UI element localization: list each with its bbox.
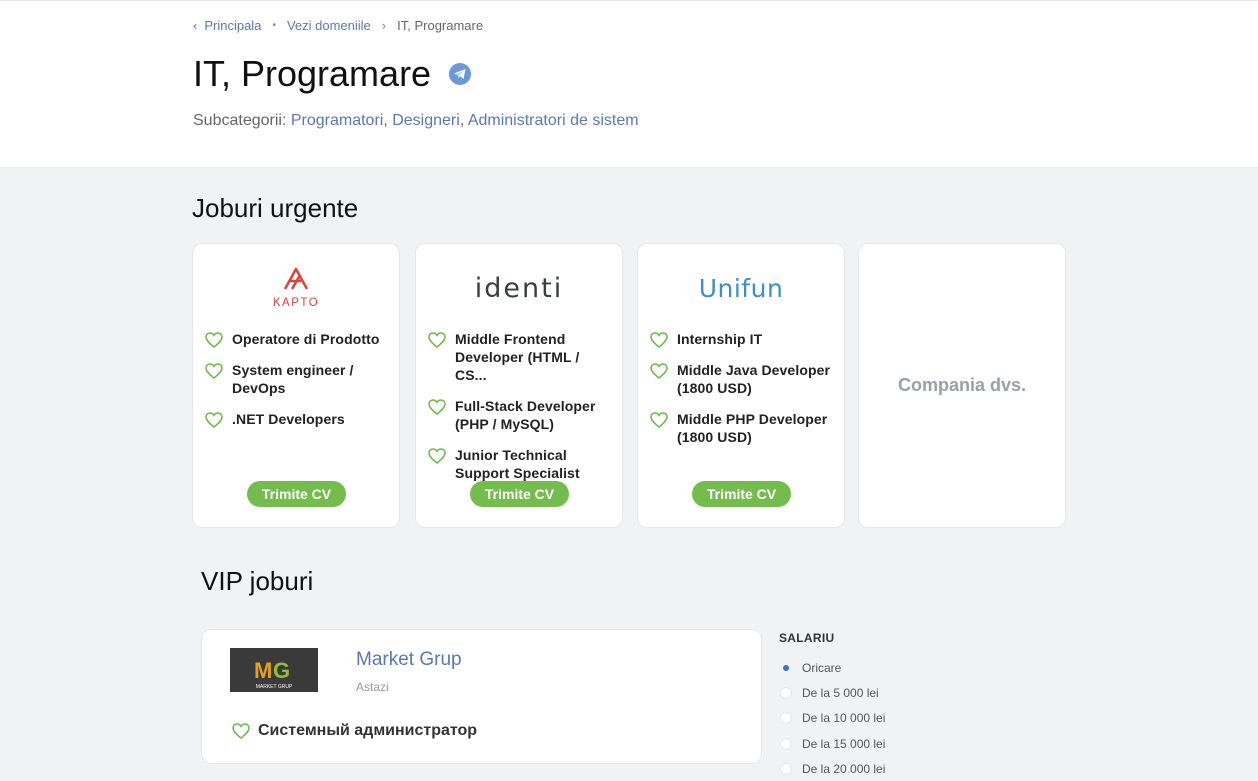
job-title[interactable]: Middle Frontend Developer (HTML / CS... xyxy=(455,330,612,384)
heart-icon[interactable] xyxy=(650,412,668,428)
job-item[interactable]: Internship IT xyxy=(650,330,834,348)
telegram-icon[interactable] xyxy=(449,63,472,85)
job-title[interactable]: Middle PHP Developer (1800 USD) xyxy=(677,410,834,446)
heart-icon[interactable] xyxy=(650,332,668,348)
heart-icon[interactable] xyxy=(650,363,668,379)
salary-option-label: De la 15 000 lei xyxy=(802,736,886,751)
radio-unselected[interactable] xyxy=(780,686,792,699)
company-logo-market-grup[interactable]: M G MARKET GRUP xyxy=(230,648,318,692)
job-item[interactable]: Middle Java Developer (1800 USD) xyxy=(650,361,834,397)
job-title[interactable]: .NET Developers xyxy=(232,410,345,428)
heart-icon[interactable] xyxy=(232,723,250,739)
chevron-right-icon: › xyxy=(381,18,387,33)
radio-selected[interactable] xyxy=(780,662,792,674)
job-list: Operatore di Prodotto System engineer / … xyxy=(205,330,389,441)
company-logo-text: identi xyxy=(474,272,564,304)
heart-icon[interactable] xyxy=(205,412,223,428)
company-logo-identi[interactable]: identi xyxy=(416,266,622,310)
heart-icon[interactable] xyxy=(428,399,446,415)
subcategory-link-designeri[interactable]: Designeri xyxy=(392,112,460,129)
heart-icon[interactable] xyxy=(205,363,223,379)
page-title: IT, Programare xyxy=(193,53,472,95)
svg-text:G: G xyxy=(273,658,290,683)
page-header: ‹ Principala • Vezi domeniile › IT, Prog… xyxy=(0,0,1258,167)
chevron-left-icon: ‹ xyxy=(193,18,198,33)
salary-option-label: De la 5 000 lei xyxy=(802,685,879,700)
company-logo-unifun[interactable]: Unifun xyxy=(638,266,844,310)
job-item[interactable]: Middle Frontend Developer (HTML / CS... xyxy=(428,330,612,384)
job-item[interactable]: Full-Stack Developer (PHP / MySQL) xyxy=(428,397,612,433)
salary-filter: SALARIU Oricare De la 5 000 lei De la 10… xyxy=(779,631,885,781)
job-item[interactable]: Middle PHP Developer (1800 USD) xyxy=(650,410,834,446)
salary-option-label: De la 10 000 lei xyxy=(802,711,886,726)
job-title[interactable]: Internship IT xyxy=(677,330,762,348)
salary-option-label: De la 20 000 lei xyxy=(802,761,886,776)
breadcrumb-separator: • xyxy=(272,20,276,31)
job-item[interactable]: Системный администратор xyxy=(232,722,477,740)
job-title[interactable]: Full-Stack Developer (PHP / MySQL) xyxy=(455,397,612,433)
salary-option[interactable]: De la 10 000 lei xyxy=(779,706,885,731)
job-list: Middle Frontend Developer (HTML / CS... … xyxy=(428,330,612,495)
heart-icon[interactable] xyxy=(205,332,223,348)
urgent-job-card: identi Middle Frontend Developer (HTML /… xyxy=(415,243,623,528)
urgent-job-card: KAPTO Operatore di Prodotto System engin… xyxy=(192,243,400,528)
job-item[interactable]: System engineer / DevOps xyxy=(205,361,389,397)
heart-icon[interactable] xyxy=(428,332,446,348)
breadcrumb-current: IT, Programare xyxy=(397,18,484,33)
salary-option-label: Oricare xyxy=(802,660,842,675)
company-logo-text: KAPTO xyxy=(273,297,319,309)
salary-option[interactable]: De la 15 000 lei xyxy=(779,731,885,756)
job-title[interactable]: Operatore di Prodotto xyxy=(232,330,380,348)
radio-unselected[interactable] xyxy=(780,712,792,725)
job-title[interactable]: Middle Java Developer (1800 USD) xyxy=(677,361,834,397)
company-logo-kapto[interactable]: KAPTO xyxy=(193,266,399,310)
your-company-card[interactable]: Compania dvs. xyxy=(858,243,1066,528)
send-cv-button[interactable]: Trimite CV xyxy=(470,481,569,507)
vip-job-card: M G MARKET GRUP Market Grup Astazi Систе… xyxy=(201,629,762,764)
urgent-job-card: Unifun Internship IT Middle Java Develop… xyxy=(637,243,845,528)
svg-text:M: M xyxy=(254,658,272,683)
subcategory-link-programatori[interactable]: Programatori xyxy=(291,112,383,129)
job-item[interactable]: Operatore di Prodotto xyxy=(205,330,389,348)
breadcrumb-home[interactable]: Principala xyxy=(204,18,261,33)
salary-option[interactable]: De la 20 000 lei xyxy=(779,756,885,781)
posted-date: Astazi xyxy=(356,680,389,694)
send-cv-button[interactable]: Trimite CV xyxy=(692,481,791,507)
salary-option[interactable]: Oricare xyxy=(779,655,885,680)
job-title[interactable]: System engineer / DevOps xyxy=(232,361,389,397)
job-list: Internship IT Middle Java Developer (180… xyxy=(650,330,834,459)
breadcrumb: ‹ Principala • Vezi domeniile › IT, Prog… xyxy=(193,18,483,33)
heart-icon[interactable] xyxy=(428,448,446,464)
urgent-jobs-heading: Joburi urgente xyxy=(192,193,359,223)
subcategory-link-administratori[interactable]: Administratori de sistem xyxy=(468,112,639,129)
job-title[interactable]: Junior Technical Support Specialist xyxy=(455,446,612,482)
radio-unselected[interactable] xyxy=(780,762,792,775)
your-company-placeholder: Compania dvs. xyxy=(897,375,1027,395)
vip-jobs-heading: VIP joburi xyxy=(201,566,314,596)
company-logo-text: Unifun xyxy=(698,273,784,303)
page-title-text: IT, Programare xyxy=(193,53,432,94)
salary-option[interactable]: De la 5 000 lei xyxy=(779,680,885,705)
company-name-link[interactable]: Market Grup xyxy=(356,649,462,671)
job-item[interactable]: Junior Technical Support Specialist xyxy=(428,446,612,482)
salary-filter-title: SALARIU xyxy=(779,631,835,645)
company-logo-text: MARKET GRUP xyxy=(256,684,293,690)
subcategories: Subcategorii: Programatori, Designeri, A… xyxy=(193,112,639,129)
subcategories-label: Subcategorii: xyxy=(193,112,287,129)
breadcrumb-domains[interactable]: Vezi domeniile xyxy=(287,18,371,33)
job-title[interactable]: Системный администратор xyxy=(258,722,477,740)
job-item[interactable]: .NET Developers xyxy=(205,410,389,428)
radio-unselected[interactable] xyxy=(780,737,792,750)
send-cv-button[interactable]: Trimite CV xyxy=(247,481,346,507)
